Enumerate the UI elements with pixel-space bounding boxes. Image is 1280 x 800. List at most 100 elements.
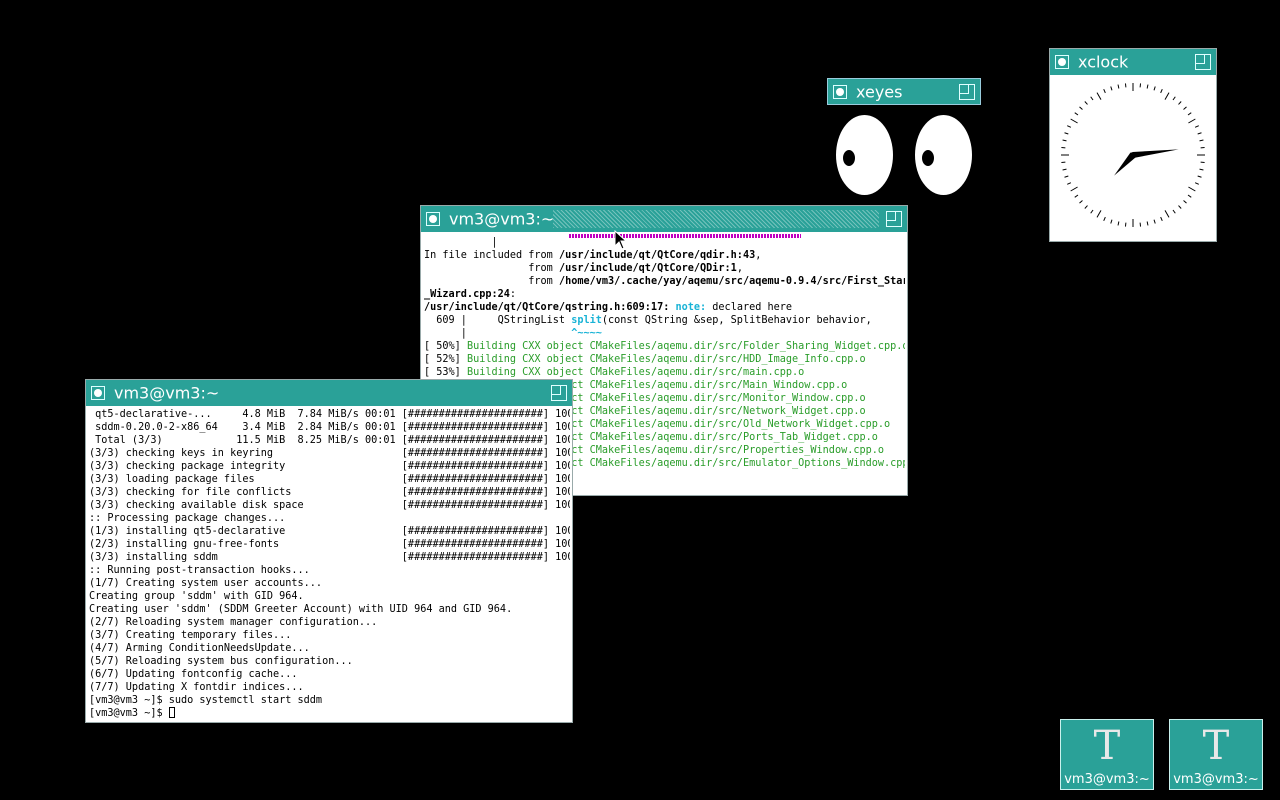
xclock-window[interactable]: xclock — [1049, 48, 1217, 242]
clock-tick — [1194, 125, 1199, 128]
iconified-terminal[interactable]: T vm3@vm3:~ — [1169, 719, 1263, 790]
clock-tick — [1090, 96, 1094, 101]
window-title: xclock — [1078, 52, 1129, 72]
terminal-output[interactable]: qt5-declarative-... 4.8 MiB 7.84 MiB/s 0… — [89, 408, 570, 721]
icon-label: vm3@vm3:~ — [1064, 772, 1150, 787]
mouse-pointer-icon — [614, 230, 628, 250]
terminal-icon: T — [1093, 723, 1121, 769]
clock-tick — [1183, 106, 1187, 110]
window-menu-button[interactable] — [1055, 55, 1069, 69]
clock-tick — [1160, 216, 1163, 221]
clock-tick — [1064, 175, 1069, 178]
right-pupil — [922, 150, 934, 166]
icon-label: vm3@vm3:~ — [1173, 772, 1259, 787]
terminal-titlebar[interactable]: vm3@vm3:~ — [86, 380, 572, 406]
terminal-line: (6/7) Updating fontconfig cache... — [89, 669, 298, 680]
titlebar-focus-hatch — [553, 210, 879, 228]
clock-tick — [1194, 182, 1199, 185]
clock-tick — [1070, 118, 1078, 124]
terminal-line: Creating user 'sddm' (SDDM Greeter Accou… — [89, 604, 513, 615]
terminal-line: | — [424, 237, 498, 248]
terminal-line: (3/3) installing sddm [#################… — [89, 552, 570, 563]
text-cursor — [168, 707, 175, 718]
clock-tick — [1178, 205, 1182, 209]
clock-face — [1061, 83, 1205, 227]
window-title: xeyes — [856, 82, 903, 101]
clock-tick — [1062, 168, 1067, 171]
terminal-line: [vm3@vm3 ~]$ sudo systemctl start sddm — [89, 695, 323, 706]
maximize-button[interactable] — [551, 385, 567, 401]
clock-tick — [1146, 84, 1149, 89]
terminal-line: [ 50%] Building CXX object CMakeFiles/aq… — [424, 341, 905, 352]
terminal-line: (3/3) checking for file conflicts [#####… — [89, 487, 570, 498]
terminal-line: from /home/vm3/.cache/yay/aqemu/src/aqem… — [424, 276, 905, 287]
terminal-line: :: Running post-transaction hooks... — [89, 565, 310, 576]
window-menu-button[interactable] — [426, 212, 440, 226]
clock-tick — [1084, 205, 1088, 209]
clock-tick — [1090, 209, 1094, 214]
clock-tick — [1164, 92, 1170, 100]
maximize-button[interactable] — [886, 211, 902, 227]
terminal-line: (2/7) Reloading system manager configura… — [89, 617, 378, 628]
clock-tick — [1172, 96, 1176, 101]
window-menu-button[interactable] — [91, 386, 105, 400]
window-title: vm3@vm3:~ — [449, 209, 555, 229]
terminal-line: (3/7) Creating temporary files... — [89, 630, 292, 641]
clock-tick — [1110, 86, 1113, 91]
maximize-button[interactable] — [1195, 54, 1211, 70]
clock-tick — [1064, 132, 1069, 135]
terminal-line: (3/3) checking keys in keyring [########… — [89, 448, 570, 459]
terminal-line: (4/7) Arming ConditionNeedsUpdate... — [89, 643, 310, 654]
terminal-window-pacman[interactable]: vm3@vm3:~ qt5-declarative-... 4.8 MiB 7.… — [85, 379, 573, 723]
clock-tick — [1074, 194, 1079, 198]
clock-tick — [1117, 221, 1120, 226]
clock-tick — [1160, 89, 1163, 94]
clock-tick — [1103, 216, 1106, 221]
clock-tick — [1183, 200, 1187, 204]
terminal-line: _Wizard.cpp:24: — [424, 289, 517, 300]
window-title: vm3@vm3:~ — [114, 383, 220, 403]
clock-tick — [1188, 118, 1196, 124]
clock-minute-hand — [1129, 149, 1179, 158]
xeyes-window[interactable]: xeyes — [827, 78, 981, 105]
clock-tick — [1110, 219, 1113, 224]
terminal-line: Creating group 'sddm' with GID 964. — [89, 591, 304, 602]
terminal-line: [ 52%] Building CXX object CMakeFiles/aq… — [424, 354, 866, 365]
terminal-line: qt5-declarative-... 4.8 MiB 7.84 MiB/s 0… — [89, 409, 570, 420]
xeyes-titlebar[interactable]: xeyes — [827, 78, 981, 105]
clock-tick — [1153, 86, 1156, 91]
terminal-prompt-line[interactable]: [vm3@vm3 ~]$ — [89, 707, 570, 720]
clock-tick — [1096, 92, 1102, 100]
window-menu-button[interactable] — [833, 84, 847, 99]
terminal-line: /usr/include/qt/QtCore/qstring.h:609:17:… — [424, 302, 793, 313]
clock-tick — [1187, 194, 1192, 198]
clock-tick — [1153, 219, 1156, 224]
clock-tick — [1188, 186, 1196, 192]
clock-tick — [1197, 175, 1202, 178]
clock-tick — [1164, 210, 1170, 218]
clock-tick — [1084, 101, 1088, 105]
terminal-line: (3/3) checking available disk space [###… — [89, 500, 570, 511]
clock-tick — [1197, 132, 1202, 135]
clock-tick — [1067, 125, 1072, 128]
clock-tick — [1079, 106, 1083, 110]
maximize-button[interactable] — [959, 83, 975, 100]
clock-tick — [1199, 168, 1204, 171]
terminal-line: (7/7) Updating X fontdir indices... — [89, 682, 304, 693]
clock-tick — [1178, 101, 1182, 105]
left-eye — [836, 115, 893, 195]
terminal-line: In file included from /usr/include/qt/Qt… — [424, 250, 762, 261]
iconified-terminal[interactable]: T vm3@vm3:~ — [1060, 719, 1154, 790]
terminal-line: from /usr/include/qt/QtCore/QDir:1, — [424, 263, 743, 274]
clock-tick — [1187, 112, 1192, 116]
terminal-titlebar[interactable]: vm3@vm3:~ — [421, 206, 907, 232]
terminal-line: 609 | QStringList split(const QString &s… — [424, 315, 872, 326]
xclock-titlebar[interactable]: xclock — [1050, 49, 1216, 75]
clock-tick — [1062, 139, 1067, 142]
clock-tick — [1172, 209, 1176, 214]
clock-tick — [1079, 200, 1083, 204]
clock-tick — [1067, 182, 1072, 185]
clock-tick — [1146, 221, 1149, 226]
clock-tick — [1074, 112, 1079, 116]
terminal-icon: T — [1202, 723, 1230, 769]
